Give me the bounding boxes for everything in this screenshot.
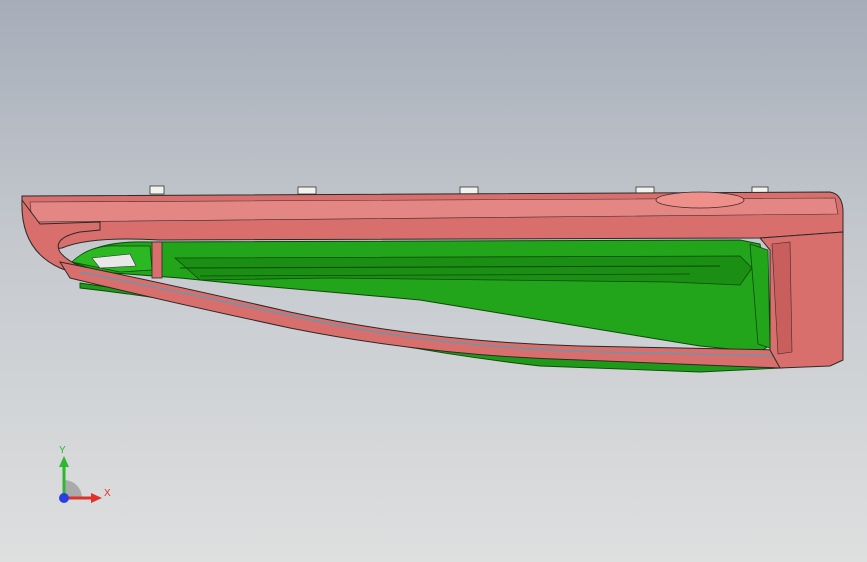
coordinate-triad-icon[interactable]: Y X — [48, 440, 118, 510]
mounting-tab — [297, 186, 317, 195]
mounting-tab — [459, 186, 479, 195]
x-axis-arrow — [91, 493, 102, 503]
ellipse-boss — [655, 191, 745, 209]
z-axis-dot — [59, 493, 69, 503]
graphics-viewport[interactable]: Y X — [0, 0, 867, 562]
x-axis-label: X — [104, 488, 111, 499]
y-axis-label: Y — [59, 445, 66, 456]
mounting-tab — [149, 185, 165, 195]
left-divider — [151, 241, 163, 279]
y-axis-arrow — [59, 456, 69, 467]
cad-model[interactable] — [0, 0, 867, 562]
